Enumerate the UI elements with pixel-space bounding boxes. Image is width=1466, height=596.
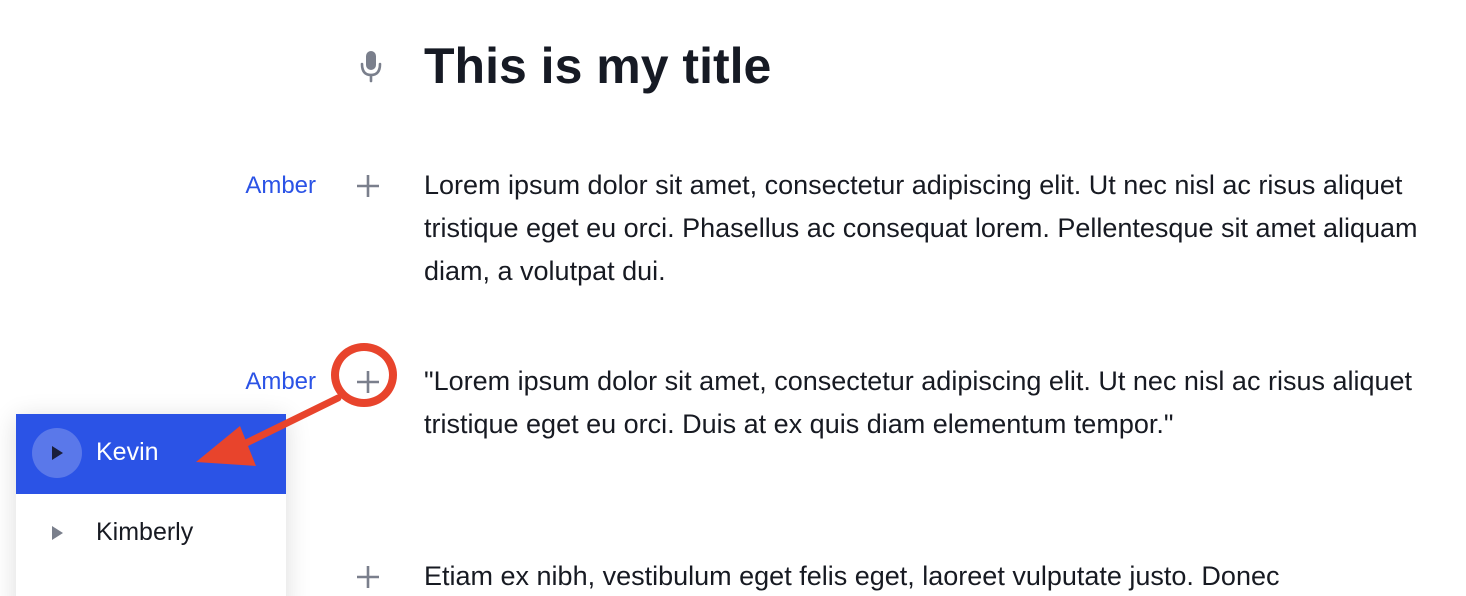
paragraph-text[interactable]: Etiam ex nibh, vestibulum eget felis ege… [424,555,1454,596]
microphone-icon[interactable] [356,46,386,86]
plus-icon[interactable] [352,561,384,593]
page-title[interactable]: This is my title [424,30,771,102]
speaker-label[interactable]: Amber [245,360,316,404]
speaker-option-kevin[interactable]: Kevin [16,414,286,494]
plus-icon[interactable] [352,366,384,398]
speaker-option-kimberly[interactable]: Kimberly [16,494,286,574]
speaker-dropdown: Kevin Kimberly [16,414,286,596]
transcript-editor: This is my title Amber Lorem ipsum dolor… [0,0,1466,596]
plus-icon[interactable] [352,170,384,202]
play-icon[interactable] [32,508,82,558]
speaker-option-label: Kevin [96,438,159,466]
paragraph-text[interactable]: "Lorem ipsum dolor sit amet, consectetur… [424,360,1454,446]
paragraph-text[interactable]: Lorem ipsum dolor sit amet, consectetur … [424,164,1454,293]
play-icon[interactable] [32,428,82,478]
speaker-label[interactable]: Amber [245,164,316,208]
speaker-option-label: Kimberly [96,518,194,546]
title-row: This is my title [356,30,771,102]
